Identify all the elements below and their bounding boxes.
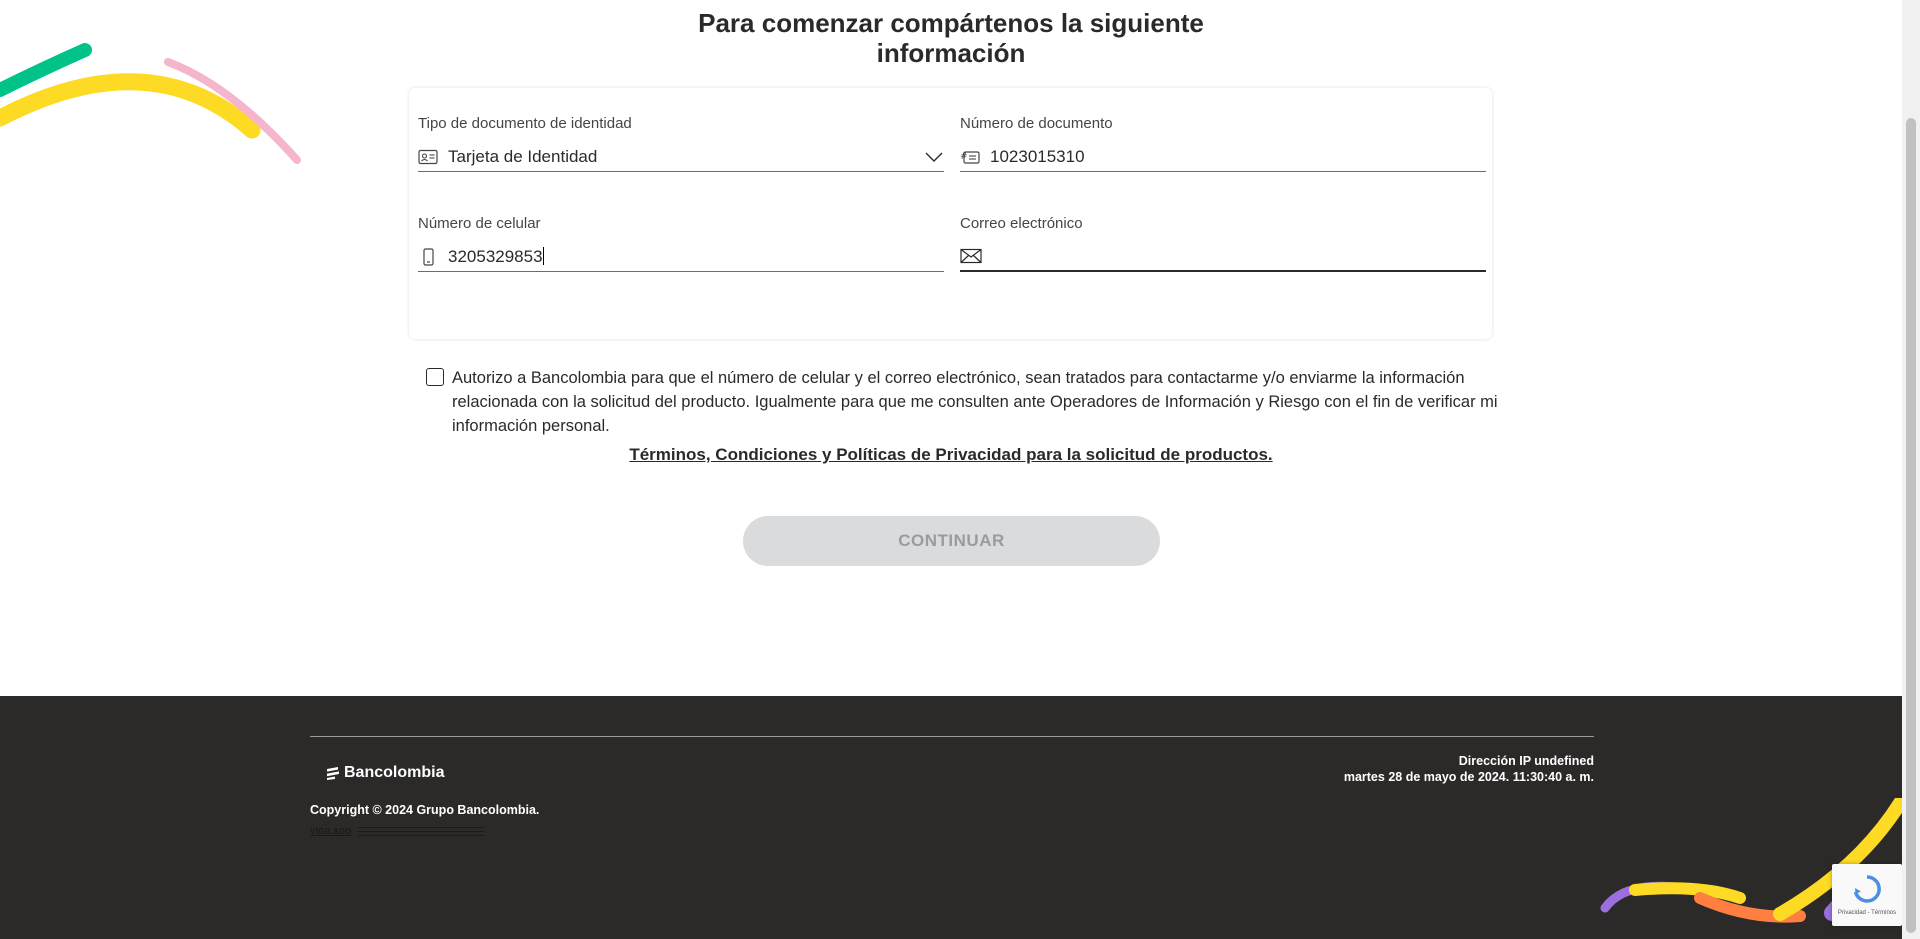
consent-text: Autorizo a Bancolombia para que el númer… <box>452 369 1498 435</box>
page-title: Para comenzar compártenos la siguiente i… <box>0 8 1902 68</box>
chevron-down-icon[interactable] <box>924 147 944 167</box>
vigilado-seal: VIGILADO <box>310 827 484 836</box>
doc-type-label: Tipo de documento de identidad <box>418 115 632 132</box>
doc-type-field: Tipo de documento de identidad Tarjeta d… <box>418 115 944 172</box>
scrollbar-thumb[interactable] <box>1906 118 1916 933</box>
doc-number-label: Número de documento <box>960 115 1113 132</box>
document-number-icon: # <box>960 147 982 167</box>
scrollbar[interactable] <box>1902 0 1920 939</box>
vigilado-fine-print <box>357 827 484 836</box>
terms-link[interactable]: Términos, Condiciones y Políticas de Pri… <box>0 445 1902 465</box>
doc-type-select[interactable]: Tarjeta de Identidad <box>418 142 944 172</box>
phone-input[interactable]: 3205329853 <box>418 242 944 272</box>
mobile-phone-icon <box>418 247 440 267</box>
recaptcha-icon <box>1853 875 1881 903</box>
doc-number-field: Número de documento # 1023015310 <box>960 115 1486 172</box>
recaptcha-badge[interactable]: Privacidad - Términos <box>1832 864 1902 926</box>
page-title-line-2: información <box>876 38 1026 68</box>
footer-divider <box>310 736 1594 737</box>
continue-button[interactable]: CONTINUAR <box>743 516 1160 566</box>
ip-info: Dirección IP undefined martes 28 de mayo… <box>1344 753 1594 785</box>
datetime-line: martes 28 de mayo de 2024. 11:30:40 a. m… <box>1343 770 1594 784</box>
text-caret <box>542 246 544 265</box>
email-input[interactable] <box>960 242 1486 272</box>
doc-number-input[interactable]: # 1023015310 <box>960 142 1486 172</box>
recaptcha-text: Privacidad - Términos <box>1837 910 1897 916</box>
consent-checkbox[interactable] <box>426 368 444 386</box>
ip-address-line: Dirección IP undefined <box>1458 754 1594 768</box>
email-label: Correo electrónico <box>960 215 1083 232</box>
bancolombia-logo[interactable]: Bancolombia <box>325 764 444 782</box>
main-content: Para comenzar compártenos la siguiente i… <box>0 0 1902 696</box>
phone-value-wrap: 3205329853 <box>448 246 944 267</box>
form-card: Tipo de documento de identidad Tarjeta d… <box>409 88 1492 339</box>
envelope-icon <box>960 246 982 266</box>
svg-text:#: # <box>960 152 968 162</box>
bancolombia-logo-icon <box>327 767 339 780</box>
vigilado-text: VIGILADO <box>310 827 352 836</box>
id-card-icon <box>418 147 440 167</box>
footer: Bancolombia Copyright © 2024 Grupo Banco… <box>0 696 1902 939</box>
phone-label: Número de celular <box>418 215 541 232</box>
doc-number-value: 1023015310 <box>990 146 1085 166</box>
brand-name: Bancolombia <box>344 764 445 781</box>
email-field: Correo electrónico <box>960 215 1486 272</box>
page-title-line-1: Para comenzar compártenos la siguiente <box>698 8 1204 38</box>
phone-value: 3205329853 <box>448 246 543 266</box>
copyright-text: Copyright © 2024 Grupo Bancolombia. <box>310 803 540 817</box>
phone-field: Número de celular 3205329853 <box>418 215 944 272</box>
doc-type-value: Tarjeta de Identidad <box>448 146 598 166</box>
